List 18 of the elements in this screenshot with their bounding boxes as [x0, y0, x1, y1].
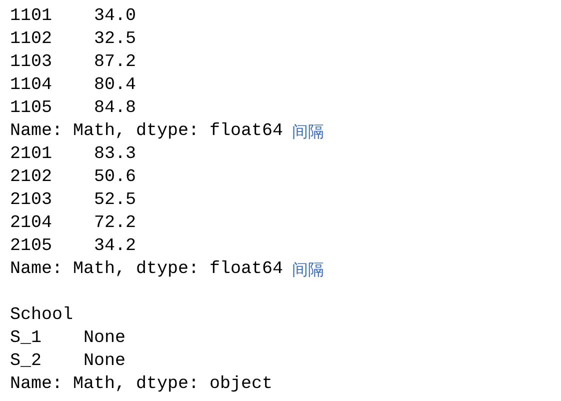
output-line: 1105 84.8: [10, 97, 136, 120]
output-line: 2104 72.2: [10, 212, 136, 235]
output-line: 1104 80.4: [10, 74, 136, 97]
output-line: School: [10, 304, 74, 327]
output-line: S_2 None: [10, 350, 126, 373]
output-line: 1101 34.0: [10, 5, 136, 28]
output-line: 2101 83.3: [10, 143, 136, 166]
output-line: Name: Math, dtype: object: [10, 373, 273, 396]
output-line: Name: Math, dtype: float64: [10, 120, 284, 143]
output-line: 2102 50.6: [10, 166, 136, 189]
output-line: 1102 32.5: [10, 28, 136, 51]
output-line: 2105 34.2: [10, 235, 136, 258]
output-line: Name: Math, dtype: float64: [10, 258, 284, 281]
separator-note: 间隔: [292, 259, 324, 281]
separator-note: 间隔: [292, 121, 324, 143]
output-line: 2103 52.5: [10, 189, 136, 212]
output-line: 1103 87.2: [10, 51, 136, 74]
output-line: S_1 None: [10, 327, 126, 350]
